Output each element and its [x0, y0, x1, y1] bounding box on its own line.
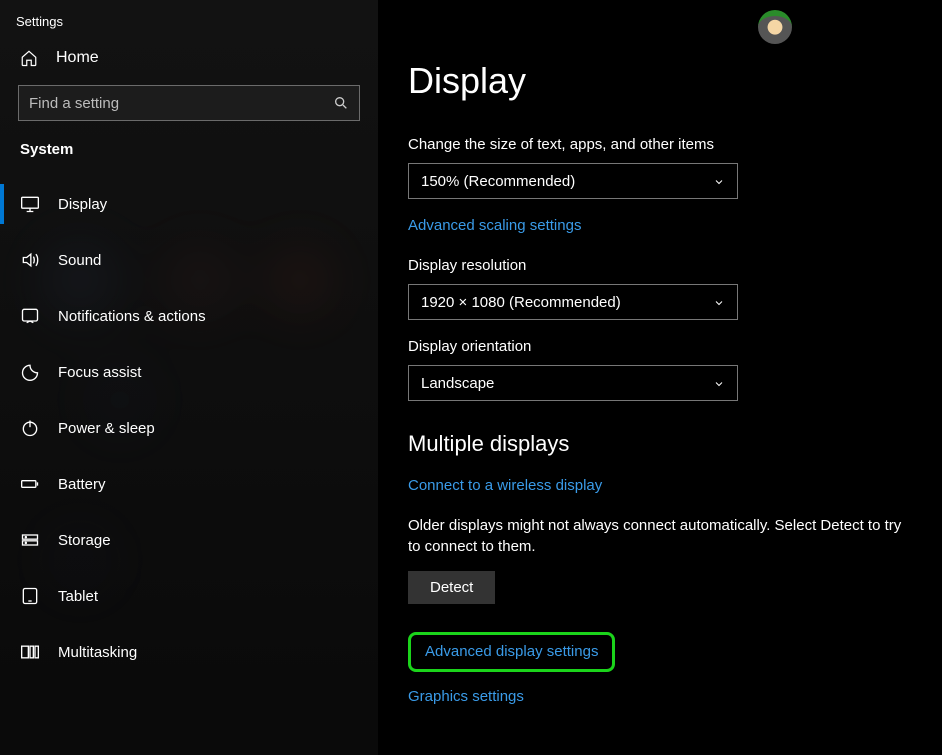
power-icon [20, 418, 40, 438]
search-field[interactable] [29, 95, 333, 112]
home-button[interactable]: Home [0, 39, 378, 85]
sidebar-item-multitasking[interactable]: Multitasking [0, 624, 378, 680]
resolution-value: 1920 × 1080 (Recommended) [421, 294, 621, 311]
tablet-icon [20, 586, 40, 606]
home-label: Home [56, 49, 99, 67]
sidebar-item-label: Tablet [58, 588, 98, 605]
sidebar-item-label: Storage [58, 532, 111, 549]
sidebar-item-display[interactable]: Display [0, 176, 378, 232]
graphics-settings-link[interactable]: Graphics settings [408, 688, 524, 705]
sidebar-item-tablet[interactable]: Tablet [0, 568, 378, 624]
sidebar-item-label: Sound [58, 252, 101, 269]
detect-button[interactable]: Detect [408, 571, 495, 604]
sidebar-item-label: Multitasking [58, 644, 137, 661]
scale-label: Change the size of text, apps, and other… [408, 136, 912, 153]
sidebar-item-power-sleep[interactable]: Power & sleep [0, 400, 378, 456]
category-label: System [0, 141, 378, 176]
battery-icon [20, 474, 40, 494]
storage-icon [20, 530, 40, 550]
chevron-down-icon [713, 296, 725, 308]
sidebar-item-notifications[interactable]: Notifications & actions [0, 288, 378, 344]
sidebar-item-label: Battery [58, 476, 106, 493]
search-icon [333, 95, 349, 111]
resolution-label: Display resolution [408, 257, 912, 274]
orientation-select[interactable]: Landscape [408, 365, 738, 401]
focus-assist-icon [20, 362, 40, 382]
advanced-scaling-link[interactable]: Advanced scaling settings [408, 217, 581, 234]
advanced-display-link[interactable]: Advanced display settings [425, 643, 598, 660]
advanced-display-highlight: Advanced display settings [408, 632, 615, 672]
chevron-down-icon [713, 377, 725, 389]
resolution-select[interactable]: 1920 × 1080 (Recommended) [408, 284, 738, 320]
sidebar-item-label: Power & sleep [58, 420, 155, 437]
sidebar-item-storage[interactable]: Storage [0, 512, 378, 568]
sidebar-item-label: Notifications & actions [58, 308, 206, 325]
chevron-down-icon [713, 175, 725, 187]
sidebar-item-label: Focus assist [58, 364, 141, 381]
notifications-icon [20, 306, 40, 326]
orientation-label: Display orientation [408, 338, 912, 355]
detect-description: Older displays might not always connect … [408, 515, 912, 557]
window-title: Settings [0, 0, 378, 39]
sidebar-item-label: Display [58, 196, 107, 213]
sidebar-item-focus-assist[interactable]: Focus assist [0, 344, 378, 400]
connect-wireless-link[interactable]: Connect to a wireless display [408, 477, 602, 494]
sidebar-item-sound[interactable]: Sound [0, 232, 378, 288]
sound-icon [20, 250, 40, 270]
display-icon [20, 194, 40, 214]
orientation-value: Landscape [421, 375, 494, 392]
sidebar-item-battery[interactable]: Battery [0, 456, 378, 512]
search-input[interactable] [18, 85, 360, 121]
page-title: Display [408, 60, 912, 102]
scale-value: 150% (Recommended) [421, 173, 575, 190]
scale-select[interactable]: 150% (Recommended) [408, 163, 738, 199]
multitasking-icon [20, 642, 40, 662]
multiple-displays-title: Multiple displays [408, 431, 912, 457]
home-icon [20, 49, 38, 67]
avatar [758, 10, 792, 44]
